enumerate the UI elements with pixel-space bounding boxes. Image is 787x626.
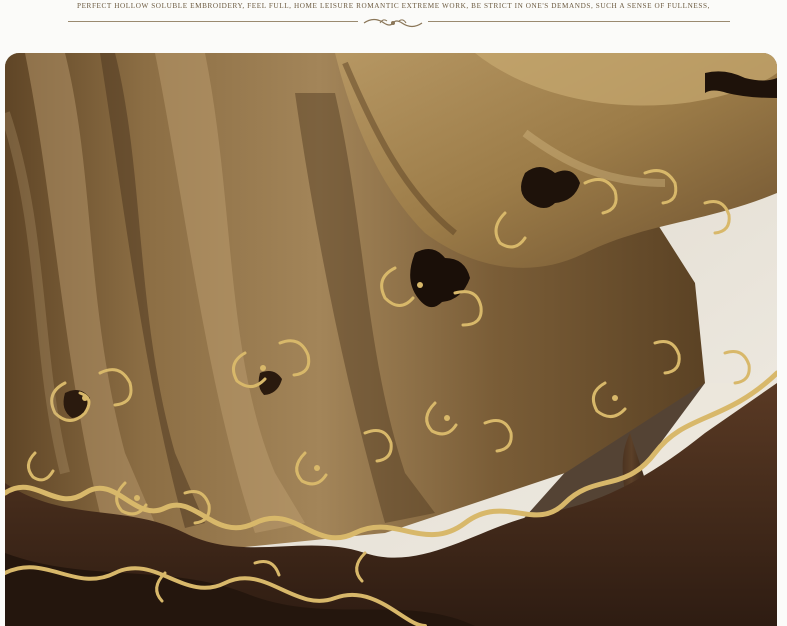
curtain-illustration	[5, 53, 777, 626]
banner-caption: PERFECT HOLLOW SOLUBLE EMBROIDERY, FEEL …	[76, 2, 711, 10]
divider-left	[68, 21, 358, 22]
product-banner: PERFECT HOLLOW SOLUBLE EMBROIDERY, FEEL …	[0, 0, 787, 52]
curtain-photo	[5, 53, 777, 626]
divider-right	[428, 21, 730, 22]
ornament-flourish-icon	[363, 18, 423, 28]
